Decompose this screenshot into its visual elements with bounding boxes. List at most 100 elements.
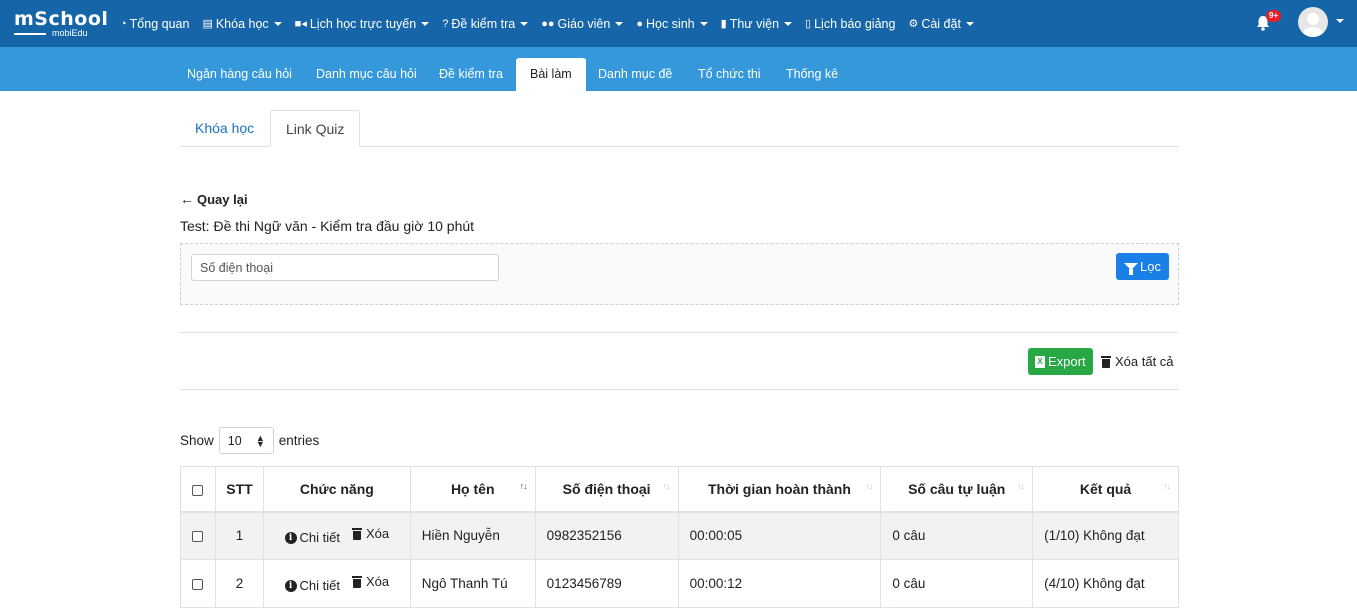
select-all-cell: [180, 466, 216, 513]
select-arrows-icon: ▲ ▼: [255, 432, 265, 449]
cell-essay-count: 0 câu: [880, 559, 1034, 608]
nav-label: Khóa học: [215, 16, 269, 31]
caret-down-icon: [699, 21, 708, 26]
tab-courses[interactable]: Khóa học: [180, 110, 269, 147]
select-all-checkbox[interactable]: [192, 484, 204, 496]
subtab-question-category[interactable]: Danh mục câu hỏi: [302, 58, 431, 91]
subtab-submissions[interactable]: Bài làm: [516, 58, 586, 91]
delete-label: Xóa: [366, 574, 390, 589]
logo[interactable]: mSchool mobiEdu: [14, 8, 108, 38]
sort-icon: ↑↓: [865, 481, 873, 491]
subtab-tests[interactable]: Đề kiểm tra: [425, 58, 517, 91]
filter-button-label: Lọc: [1140, 259, 1161, 274]
column-header-phone[interactable]: Số điện thoại ↑↓: [534, 466, 679, 513]
nav-item-lesson-schedule[interactable]: ▯ Lịch báo giảng: [805, 17, 895, 31]
dashboard-icon: ◔: [120, 17, 127, 30]
filter-button[interactable]: Lọc: [1116, 253, 1169, 280]
subtab-question-bank[interactable]: Ngân hàng câu hỏi: [173, 58, 306, 91]
user-avatar-icon: [1303, 13, 1323, 37]
info-icon: i: [284, 579, 297, 592]
sort-icon: ↑↓: [519, 481, 528, 491]
tab-link-quiz[interactable]: Link Quiz: [270, 110, 361, 147]
delete-button[interactable]: Xóa: [352, 574, 389, 589]
logo-main-text: mSchool: [14, 8, 109, 30]
nav-item-online-schedule[interactable]: ■◂ Lịch học trực tuyến: [295, 17, 430, 31]
sort-icon: ↑↓: [1163, 481, 1171, 491]
header-label: Chức năng: [299, 480, 374, 497]
table-header-row: STT Chức năng Họ tên ↑↓ Số điện thoại ↑↓ T…: [180, 466, 1179, 513]
caret-down-icon: [421, 21, 430, 26]
row-checkbox[interactable]: [192, 531, 204, 543]
export-button[interactable]: X Export: [1028, 348, 1093, 375]
nav-item-overview[interactable]: ◔ Tổng quan: [120, 17, 189, 31]
row-select-cell: [180, 511, 216, 560]
back-label: Quay lại: [197, 191, 248, 207]
caret-down-icon: [615, 21, 624, 26]
nav-label: Thư viện: [729, 16, 780, 31]
users-icon: ●●: [541, 17, 555, 30]
header-label: Số điện thoại: [562, 480, 651, 497]
column-header-stt: STT: [214, 466, 264, 513]
nav-label: Cài đặt: [921, 16, 961, 31]
filter-box: Lọc: [180, 243, 1179, 305]
caret-down-icon: [520, 21, 529, 26]
detail-label: Chi tiết: [299, 530, 341, 546]
avatar[interactable]: [1298, 7, 1328, 37]
caret-down-icon[interactable]: [1336, 19, 1344, 23]
column-header-essay-count[interactable]: Số câu tự luận ↑↓: [880, 466, 1034, 513]
divider: [180, 389, 1179, 390]
row-checkbox[interactable]: [192, 578, 204, 590]
column-header-result[interactable]: Kết quả ↑↓: [1032, 466, 1179, 513]
cell-actions: i Chi tiết Xóa: [262, 511, 411, 560]
cell-result: (4/10) Không đạt: [1032, 559, 1179, 608]
detail-button[interactable]: i Chi tiết: [284, 530, 341, 546]
subtab-organize-exam[interactable]: Tổ chức thi: [684, 58, 775, 91]
clipboard-icon: ▯: [805, 18, 812, 30]
delete-all-button[interactable]: Xóa tất cả: [1101, 354, 1174, 369]
trash-icon: [352, 575, 363, 588]
nav-item-settings[interactable]: ⚙ Cài đặt: [908, 16, 974, 31]
main-nav: ◔ Tổng quan ▤ Khóa học ■◂ Lịch học trực …: [120, 0, 987, 47]
cell-name: Hiền Nguyễn: [409, 511, 536, 560]
subtab-test-category[interactable]: Danh mục đề: [584, 58, 686, 91]
nav-item-students[interactable]: ● Học sinh: [636, 17, 708, 31]
cell-result: (1/10) Không đạt: [1032, 511, 1179, 560]
cell-name: Ngô Thanh Tú: [409, 559, 536, 608]
detail-label: Chi tiết: [299, 578, 341, 593]
filter-icon: [1124, 263, 1139, 275]
header-label: Họ tên: [450, 480, 495, 497]
entries-select[interactable]: 10 ▲ ▼: [218, 427, 274, 454]
question-icon: ?: [442, 17, 449, 30]
detail-button[interactable]: i Chi tiết: [284, 578, 341, 593]
subtab-statistics[interactable]: Thống kê: [772, 58, 852, 91]
column-header-completion-time[interactable]: Thời gian hoàn thành ↑↓: [677, 466, 882, 513]
header-label: Kết quả: [1079, 480, 1132, 497]
entries-value: 10: [227, 433, 242, 448]
nav-label: Tổng quan: [129, 16, 190, 31]
nav-label: Lịch báo giảng: [814, 16, 896, 31]
show-label: Show: [180, 433, 214, 448]
phone-search-input[interactable]: [191, 254, 499, 281]
info-icon: i: [284, 531, 297, 544]
nav-item-tests[interactable]: ? Đề kiểm tra: [442, 17, 529, 31]
arrow-left-icon: ←: [180, 191, 194, 207]
nav-item-library[interactable]: ▮ Thư viện: [721, 16, 793, 31]
nav-item-courses[interactable]: ▤ Khóa học: [202, 16, 282, 31]
nav-item-teachers[interactable]: ●● Giáo viên: [541, 17, 624, 31]
delete-button[interactable]: Xóa: [352, 526, 389, 541]
entries-label: entries: [278, 433, 320, 448]
column-header-name[interactable]: Họ tên ↑↓: [409, 466, 536, 513]
cell-completion-time: 00:00:05: [677, 511, 882, 560]
logo-sub-text: mobiEdu: [52, 28, 88, 38]
cell-essay-count: 0 câu: [880, 511, 1034, 560]
sort-icon: ↑↓: [1017, 481, 1025, 491]
back-link[interactable]: ← Quay lại: [180, 191, 248, 207]
cell-stt: 1: [214, 511, 264, 560]
gears-icon: ⚙: [908, 18, 919, 30]
video-icon: ■◂: [294, 18, 307, 30]
divider: [180, 332, 1179, 333]
caret-down-icon: [273, 21, 282, 26]
entries-length-control: Show 10 ▲ ▼ entries: [180, 427, 319, 454]
column-header-actions: Chức năng: [262, 466, 411, 513]
caret-down-icon: [965, 21, 974, 26]
